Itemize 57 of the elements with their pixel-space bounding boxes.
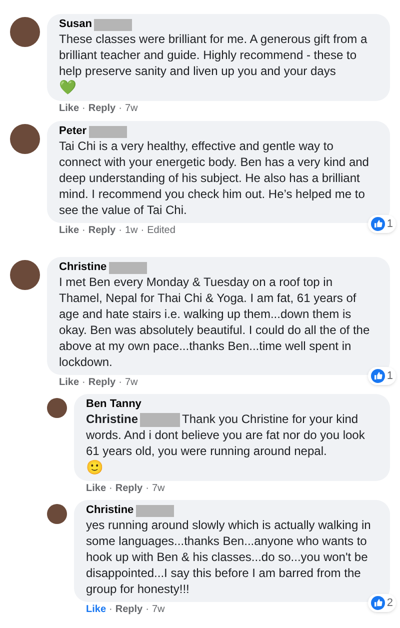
timestamp[interactable]: 7w bbox=[124, 376, 138, 389]
timestamp[interactable]: 7w bbox=[152, 603, 165, 616]
redaction bbox=[88, 126, 127, 138]
separator-dot: · bbox=[82, 224, 86, 237]
redaction bbox=[140, 412, 180, 427]
emoji: 💚 bbox=[59, 79, 77, 96]
action-link[interactable]: Like bbox=[86, 482, 106, 495]
edited-label: Edited bbox=[147, 224, 176, 237]
timestamp[interactable]: 7w bbox=[152, 482, 165, 495]
separator-dot: · bbox=[82, 376, 86, 389]
author-name[interactable]: Susan bbox=[59, 18, 92, 31]
separator-dot: · bbox=[146, 603, 149, 616]
avatar bbox=[10, 124, 40, 154]
thumbs-up-icon bbox=[370, 368, 385, 383]
reaction-count: 2 bbox=[386, 596, 393, 610]
separator-dot: · bbox=[118, 376, 122, 389]
thumbs-up-icon bbox=[370, 216, 385, 231]
emoji: 🙂 bbox=[86, 459, 104, 476]
avatar bbox=[10, 260, 40, 290]
reaction-badge[interactable]: 1 bbox=[368, 214, 396, 233]
redaction bbox=[108, 262, 147, 274]
action-link[interactable]: Reply bbox=[88, 376, 116, 389]
comment-text: Tai Chi is a very healthy, effective and gentle way to connect with your energetic body. Ben has a very kind and deep understanding of his subject. He also has a brilliant mind. I recommend you check him out. He’s helped me to see the value of Tai Chi. bbox=[59, 138, 370, 218]
tagged-name[interactable]: Christine bbox=[86, 412, 138, 426]
separator-dot: · bbox=[140, 224, 144, 237]
separator-dot: · bbox=[109, 482, 112, 495]
action-link[interactable]: Like bbox=[86, 603, 106, 616]
avatar bbox=[47, 398, 67, 418]
action-link[interactable]: Like bbox=[59, 376, 80, 389]
author-name[interactable]: Peter bbox=[59, 125, 87, 138]
action-link[interactable]: Reply bbox=[88, 224, 116, 237]
comment-text: Christine Thank you Christine for your kind words. And i dont believe you are fat nor do you look 61 years old, you were running around nepal. bbox=[86, 411, 366, 459]
redaction bbox=[136, 504, 174, 516]
comment-text: These classes were brilliant for me. A generous gift from a brilliant teacher and guide. Highly recommend - these to help preserve sanity and liven up you and your days bbox=[59, 31, 368, 79]
avatar bbox=[47, 504, 67, 524]
separator-dot: · bbox=[82, 102, 86, 115]
author-name[interactable]: Ben Tanny bbox=[86, 398, 142, 411]
timestamp[interactable]: 7w bbox=[124, 102, 138, 115]
action-link[interactable]: Like bbox=[59, 102, 80, 115]
separator-dot: · bbox=[109, 603, 112, 616]
timestamp[interactable]: 1w bbox=[124, 224, 138, 237]
thumbs-up-icon bbox=[370, 596, 385, 610]
action-link[interactable]: Reply bbox=[115, 603, 143, 616]
action-link[interactable]: Reply bbox=[115, 482, 143, 495]
author-name[interactable]: Christine bbox=[59, 261, 107, 274]
separator-dot: · bbox=[146, 482, 149, 495]
action-link[interactable]: Reply bbox=[88, 102, 116, 115]
reaction-badge[interactable]: 1 bbox=[368, 366, 396, 385]
separator-dot: · bbox=[118, 224, 122, 237]
author-name[interactable]: Christine bbox=[86, 504, 134, 517]
separator-dot: · bbox=[118, 102, 122, 115]
redaction bbox=[94, 18, 132, 30]
avatar bbox=[10, 17, 40, 47]
reaction-count: 1 bbox=[386, 368, 393, 384]
action-link[interactable]: Like bbox=[59, 224, 80, 237]
reaction-count: 1 bbox=[386, 216, 393, 232]
reaction-badge[interactable]: 2 bbox=[368, 594, 396, 612]
